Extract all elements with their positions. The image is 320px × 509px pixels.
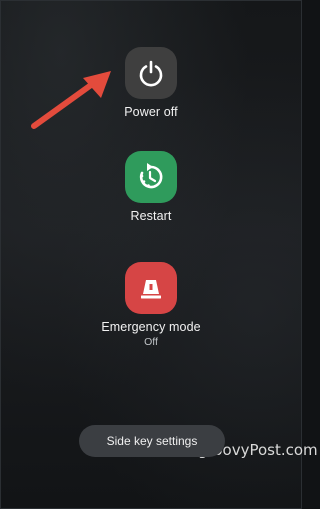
restart-option[interactable]: Restart xyxy=(0,151,302,223)
power-icon xyxy=(139,60,163,87)
restart-icon xyxy=(139,163,163,189)
power-off-button[interactable] xyxy=(125,47,177,99)
emergency-mode-option[interactable]: Emergency mode Off xyxy=(0,262,302,348)
side-key-settings-button[interactable]: Side key settings xyxy=(79,425,225,457)
restart-label: Restart xyxy=(130,209,172,223)
restart-button[interactable] xyxy=(125,151,177,203)
emergency-mode-status: Off xyxy=(144,336,158,348)
emergency-mode-button[interactable] xyxy=(125,262,177,314)
emergency-mode-label: Emergency mode xyxy=(101,320,201,334)
power-off-option[interactable]: Power off xyxy=(0,47,302,119)
emergency-light-icon xyxy=(141,280,161,299)
power-off-label: Power off xyxy=(124,105,178,119)
